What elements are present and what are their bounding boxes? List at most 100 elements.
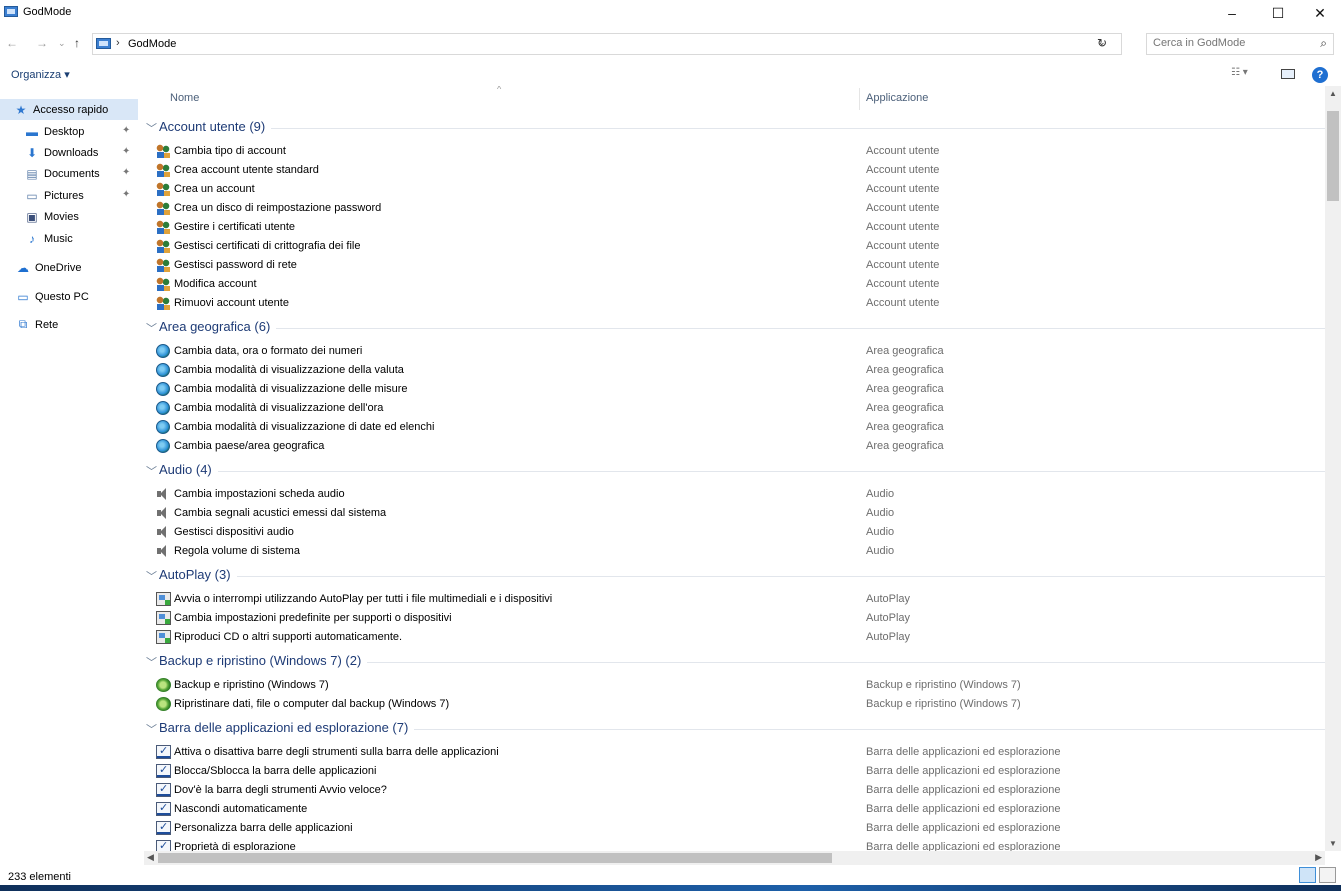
list-item[interactable]: Cambia modalità di visualizzazione della…	[144, 361, 1325, 380]
organize-menu-button[interactable]: Organizza ▾	[11, 68, 70, 81]
recent-locations-chevron-icon[interactable]: ⌄	[58, 38, 66, 49]
vertical-scroll-thumb[interactable]	[1327, 111, 1339, 201]
change-view-button[interactable]: ☷ ▾	[1231, 67, 1248, 78]
list-item[interactable]: Crea account utente standard Account uten…	[144, 161, 1325, 180]
list-item[interactable]: Cambia paese/area geografica Area geograf…	[144, 437, 1325, 456]
list-item[interactable]: Gestire i certificati utente Account uten…	[144, 218, 1325, 237]
collapse-chevron-icon[interactable]: ﹀	[146, 120, 157, 136]
list-item[interactable]: Modifica account Account utente	[144, 275, 1325, 294]
close-button[interactable]: ✕	[1300, 0, 1340, 26]
details-view-icon[interactable]	[1299, 867, 1316, 883]
breadcrumb-godmode[interactable]: GodMode	[128, 38, 176, 50]
scroll-down-icon[interactable]: ▼	[1329, 839, 1337, 848]
list-item[interactable]: Backup e ripristino (Windows 7) Backup e …	[144, 676, 1325, 695]
maximize-button[interactable]: ☐	[1258, 0, 1298, 26]
list-item[interactable]: Crea un account Account utente	[144, 180, 1325, 199]
group-header[interactable]: ﹀ Backup e ripristino (Windows 7) (2)	[144, 652, 1325, 672]
horizontal-scroll-thumb[interactable]	[158, 853, 832, 863]
horizontal-scrollbar[interactable]: ◀ ▶	[144, 851, 1325, 865]
list-item[interactable]: Cambia segnali acustici emessi dal siste…	[144, 504, 1325, 523]
nav-item-music[interactable]: ♪ Music	[0, 228, 138, 249]
collapse-chevron-icon[interactable]: ﹀	[146, 654, 157, 670]
vertical-scrollbar[interactable]: ▲ ▼	[1325, 86, 1341, 851]
taskbar-icon	[156, 820, 171, 835]
forward-arrow-icon[interactable]: →	[36, 36, 48, 50]
nav-item-questo-pc[interactable]: ▭ Questo PC	[0, 286, 138, 307]
up-arrow-icon[interactable]: ↑	[74, 36, 80, 50]
pin-icon[interactable]: ✦	[122, 125, 130, 136]
search-input[interactable]	[1153, 37, 1303, 49]
list-item[interactable]: Cambia modalità di visualizzazione dell'…	[144, 399, 1325, 418]
column-divider[interactable]	[859, 88, 860, 110]
column-header-name[interactable]: Nome	[170, 92, 199, 104]
breadcrumb-separator[interactable]: ›	[116, 37, 120, 49]
back-arrow-icon[interactable]: ←	[6, 36, 18, 50]
nav-item-rete[interactable]: ⧉ Rete	[0, 314, 138, 335]
nav-item-desktop[interactable]: ▬ Desktop ✦	[0, 121, 138, 142]
group-header[interactable]: ﹀ AutoPlay (3)	[144, 566, 1325, 586]
list-item[interactable]: Personalizza barra delle applicazioni Bar…	[144, 819, 1325, 838]
list-item[interactable]: Nascondi automaticamente Barra delle appl…	[144, 800, 1325, 819]
collapse-chevron-icon[interactable]: ﹀	[146, 568, 157, 584]
item-application: Area geografica	[866, 440, 944, 452]
list-item[interactable]: Regola volume di sistema Audio	[144, 542, 1325, 561]
help-icon[interactable]: ?	[1312, 67, 1328, 83]
group-header[interactable]: ﹀ Audio (4)	[144, 461, 1325, 481]
globe-icon	[156, 382, 170, 396]
backup-icon	[156, 678, 171, 692]
address-field[interactable]: › GodMode ⌄	[92, 33, 1122, 55]
item-name: Rimuovi account utente	[174, 297, 289, 309]
list-item[interactable]: Riproduci CD o altri supporti automatica…	[144, 628, 1325, 647]
scroll-left-icon[interactable]: ◀	[147, 852, 154, 863]
list-item[interactable]: Cambia modalità di visualizzazione di da…	[144, 418, 1325, 437]
nav-item-label: Accesso rapido	[33, 103, 109, 116]
pin-icon[interactable]: ✦	[122, 189, 130, 200]
search-icon[interactable]: ⌕	[1320, 36, 1327, 51]
nav-item-downloads[interactable]: ⬇ Downloads ✦	[0, 142, 138, 163]
list-item[interactable]: Cambia tipo di account Account utente	[144, 142, 1325, 161]
item-application: Account utente	[866, 183, 940, 195]
list-item[interactable]: Blocca/Sblocca la barra delle applicazio…	[144, 762, 1325, 781]
list-item[interactable]: Crea un disco di reimpostazione password…	[144, 199, 1325, 218]
nav-item-documents[interactable]: ▤ Documents ✦	[0, 163, 138, 184]
list-item[interactable]: Cambia impostazioni predefinite per supp…	[144, 609, 1325, 628]
list-item[interactable]: Ripristinare dati, file o computer dal b…	[144, 695, 1325, 714]
preview-pane-icon[interactable]	[1281, 69, 1295, 79]
nav-item-onedrive[interactable]: ☁ OneDrive	[0, 257, 138, 278]
collapse-chevron-icon[interactable]: ﹀	[146, 320, 157, 336]
column-header-application[interactable]: Applicazione	[866, 92, 928, 104]
collapse-chevron-icon[interactable]: ﹀	[146, 463, 157, 479]
minimize-button[interactable]: –	[1212, 0, 1252, 26]
nav-item-pictures[interactable]: ▭ Pictures ✦	[0, 185, 138, 206]
refresh-icon[interactable]: ↻	[1097, 36, 1107, 50]
pin-icon[interactable]: ✦	[122, 167, 130, 178]
audio-icon	[156, 525, 168, 539]
list-item[interactable]: Proprietà di esplorazione Barra delle app…	[144, 838, 1325, 851]
list-item[interactable]: Dov'è la barra degli strumenti Avvio vel…	[144, 781, 1325, 800]
search-box[interactable]: ⌕	[1146, 33, 1334, 55]
list-item[interactable]: Cambia impostazioni scheda audio Audio	[144, 485, 1325, 504]
list-item[interactable]: Gestisci dispositivi audio Audio	[144, 523, 1325, 542]
scroll-right-icon[interactable]: ▶	[1315, 852, 1322, 863]
item-name: Modifica account	[174, 278, 257, 290]
scroll-up-icon[interactable]: ▲	[1329, 89, 1337, 98]
group-header[interactable]: ﹀ Barra delle applicazioni ed esplorazion…	[144, 719, 1325, 739]
users-icon	[156, 258, 171, 272]
pin-icon[interactable]: ✦	[122, 146, 130, 157]
item-name: Riproduci CD o altri supporti automatica…	[174, 631, 403, 643]
group-header[interactable]: ﹀ Account utente (9)	[144, 118, 1325, 138]
nav-item-movies[interactable]: ▣ Movies	[0, 206, 138, 227]
list-item[interactable]: Avvia o interrompi utilizzando AutoPlay …	[144, 590, 1325, 609]
list-item[interactable]: Gestisci password di rete Account utente	[144, 256, 1325, 275]
list-item[interactable]: Attiva o disattiva barre degli strumenti…	[144, 743, 1325, 762]
list-item[interactable]: Cambia data, ora o formato dei numeri Are…	[144, 342, 1325, 361]
list-item[interactable]: Rimuovi account utente Account utente	[144, 294, 1325, 313]
nav-item-accesso-rapido[interactable]: ★ Accesso rapido	[0, 99, 138, 120]
list-item[interactable]: Cambia modalità di visualizzazione delle…	[144, 380, 1325, 399]
item-application: Account utente	[866, 259, 940, 271]
collapse-chevron-icon[interactable]: ﹀	[146, 721, 157, 737]
list-item[interactable]: Gestisci certificati di crittografia dei…	[144, 237, 1325, 256]
large-icons-view-icon[interactable]	[1319, 867, 1336, 883]
item-name: Cambia modalità di visualizzazione dell'…	[174, 402, 384, 414]
group-header[interactable]: ﹀ Area geografica (6)	[144, 318, 1325, 338]
